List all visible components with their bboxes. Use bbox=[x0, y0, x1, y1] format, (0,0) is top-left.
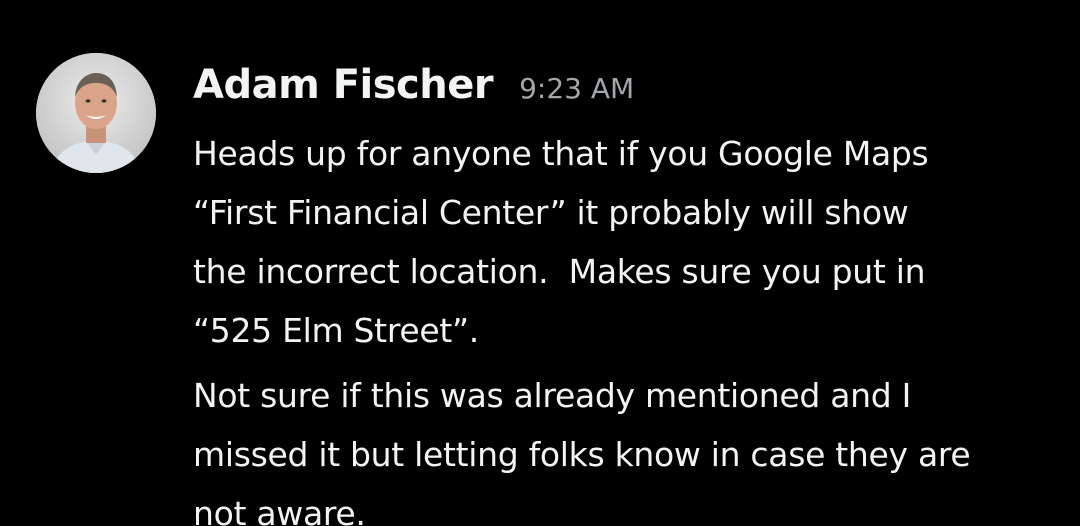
author-name[interactable]: Adam Fischer bbox=[193, 62, 494, 108]
message-paragraph: Not sure if this was already mentioned a… bbox=[193, 376, 971, 526]
chat-message: Adam Fischer 9:23 AM Heads up for anyone… bbox=[0, 0, 1080, 526]
avatar[interactable] bbox=[36, 53, 156, 173]
message-header: Adam Fischer 9:23 AM bbox=[193, 62, 634, 108]
message-content: Heads up for anyone that if you Google M… bbox=[193, 124, 1063, 526]
avatar-photo bbox=[36, 53, 156, 173]
message-timestamp: 9:23 AM bbox=[519, 72, 635, 105]
message-paragraph: Heads up for anyone that if you Google M… bbox=[193, 134, 929, 350]
